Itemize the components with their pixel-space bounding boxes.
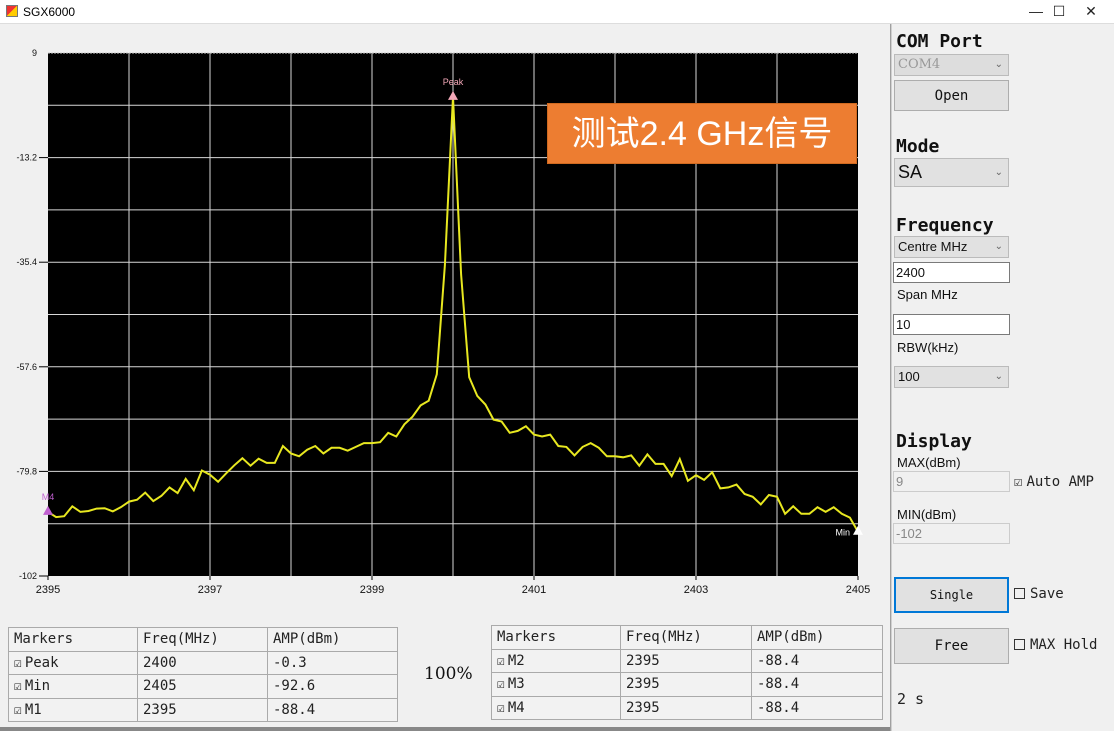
sweep-time: 2 s: [897, 690, 925, 708]
table-row: ☑ M4 2395 -88.4: [491, 695, 883, 720]
checkbox-checked-icon: ☑: [1014, 474, 1023, 490]
span-input[interactable]: 10: [893, 314, 1010, 335]
header-markers: Markers: [8, 627, 138, 652]
y-tick-label: -102: [19, 571, 37, 581]
save-label: Save: [1030, 586, 1064, 602]
marker-checkbox[interactable]: ☑: [497, 654, 505, 669]
mode-heading: Mode: [896, 136, 940, 157]
marker-name: Min: [24, 678, 51, 695]
marker-checkbox[interactable]: ☑: [14, 656, 22, 671]
x-tick-label: 2405: [846, 584, 870, 596]
marker-amp: -88.4: [751, 695, 883, 720]
marker-checkbox[interactable]: ☑: [497, 701, 505, 716]
table-row: ☑ M3 2395 -88.4: [491, 672, 883, 697]
x-tick-label: 2395: [36, 584, 60, 596]
rbw-value: 100: [898, 369, 920, 384]
checkbox-icon: [1014, 588, 1025, 599]
max-dbm-label: MAX(dBm): [897, 455, 961, 470]
frequency-type-value: Centre MHz: [898, 239, 968, 254]
marker-amp: -88.4: [751, 672, 883, 697]
com-port-select[interactable]: COM4 ⌄: [894, 54, 1009, 76]
chevron-down-icon: ⌄: [994, 371, 1003, 382]
marker-freq: 2405: [137, 674, 268, 699]
frequency-type-select[interactable]: Centre MHz ⌄: [894, 236, 1009, 258]
chevron-down-icon: ⌄: [994, 59, 1003, 70]
marker-label: Min: [835, 528, 850, 538]
chevron-down-icon: ⌄: [994, 241, 1003, 252]
span-label: Span MHz: [897, 287, 958, 302]
x-tick-label: 2401: [522, 584, 546, 596]
header-markers: Markers: [491, 625, 621, 650]
auto-amp-label: Auto AMP: [1026, 474, 1094, 490]
chevron-down-icon: ⌄: [994, 167, 1003, 178]
marker-name: M1: [24, 701, 42, 718]
max-hold-checkbox[interactable]: MAX Hold: [1014, 637, 1097, 653]
y-tick-label: -35.4: [16, 257, 37, 267]
marker-amp: -88.4: [267, 697, 398, 722]
marker-label: M4: [42, 492, 55, 502]
header-freq: Freq(MHz): [137, 627, 268, 652]
min-dbm-input[interactable]: -102: [893, 523, 1010, 544]
marker-name: M3: [507, 676, 525, 693]
marker-checkbox[interactable]: ☑: [14, 679, 22, 694]
progress-percent: 100%: [424, 664, 473, 684]
rbw-select[interactable]: 100 ⌄: [894, 366, 1009, 388]
marker-amp: -88.4: [751, 648, 883, 673]
mode-select[interactable]: SA ⌄: [894, 158, 1009, 187]
marker-freq: 2395: [137, 697, 268, 722]
marker-freq: 2395: [620, 672, 752, 697]
marker-name: M2: [507, 652, 525, 669]
checkbox-icon: [1014, 639, 1025, 650]
table-row: ☑ M2 2395 -88.4: [491, 648, 883, 673]
com-port-value: COM4: [898, 57, 941, 72]
header-amp: AMP(dBm): [751, 625, 883, 650]
spectrum-chart[interactable]: 2395 2397 2399 2401 2403 2405 9 -13.2 -35.4 -57.6…: [0, 0, 885, 610]
caption-overlay: 测试2.4 GHz信号: [547, 103, 857, 164]
marker-name: Peak: [24, 654, 59, 671]
centre-frequency-input[interactable]: 2400: [893, 262, 1010, 283]
min-dbm-label: MIN(dBm): [897, 507, 957, 522]
display-heading: Display: [896, 431, 972, 452]
free-button[interactable]: Free: [894, 628, 1009, 664]
max-hold-label: MAX Hold: [1030, 637, 1098, 653]
header-amp: AMP(dBm): [267, 627, 398, 652]
table-row: ☑ Peak 2400 -0.3: [8, 650, 398, 675]
max-dbm-input[interactable]: 9: [893, 471, 1010, 492]
x-tick-label: 2399: [360, 584, 384, 596]
com-port-heading: COM Port: [896, 31, 983, 52]
marker-freq: 2395: [620, 695, 752, 720]
frequency-heading: Frequency: [896, 215, 994, 236]
markers-table-left: Markers Freq(MHz) AMP(dBm) ☑ Peak 2400 -0.3 ☑…: [8, 627, 398, 722]
close-button[interactable]: ✕: [1068, 0, 1114, 24]
panel-divider: [890, 24, 892, 731]
mode-value: SA: [898, 162, 923, 182]
y-tick-label: -79.8: [16, 466, 37, 476]
table-row: ☑ Min 2405 -92.6: [8, 674, 398, 699]
marker-label: Peak: [443, 77, 464, 87]
y-tick-label: 9: [32, 48, 37, 58]
table-row: ☑ M1 2395 -88.4: [8, 697, 398, 722]
auto-amp-checkbox[interactable]: ☑ Auto AMP: [1014, 474, 1094, 490]
marker-name: M4: [507, 699, 525, 716]
x-tick-label: 2403: [684, 584, 708, 596]
marker-checkbox[interactable]: ☑: [497, 677, 505, 692]
open-button[interactable]: Open: [894, 80, 1009, 111]
save-checkbox[interactable]: Save: [1014, 586, 1064, 602]
x-tick-label: 2397: [198, 584, 222, 596]
markers-table-right: Markers Freq(MHz) AMP(dBm) ☑ M2 2395 -88.4 ☑ M…: [491, 625, 883, 720]
marker-freq: 2395: [620, 648, 752, 673]
y-tick-label: -13.2: [16, 153, 37, 163]
y-tick-label: -57.6: [16, 362, 37, 372]
header-freq: Freq(MHz): [620, 625, 752, 650]
divider: [0, 727, 890, 731]
marker-freq: 2400: [137, 650, 268, 675]
marker-checkbox[interactable]: ☑: [14, 703, 22, 718]
marker-amp: -0.3: [267, 650, 398, 675]
single-button[interactable]: Single: [894, 577, 1009, 613]
marker-amp: -92.6: [267, 674, 398, 699]
rbw-label: RBW(kHz): [897, 340, 959, 355]
